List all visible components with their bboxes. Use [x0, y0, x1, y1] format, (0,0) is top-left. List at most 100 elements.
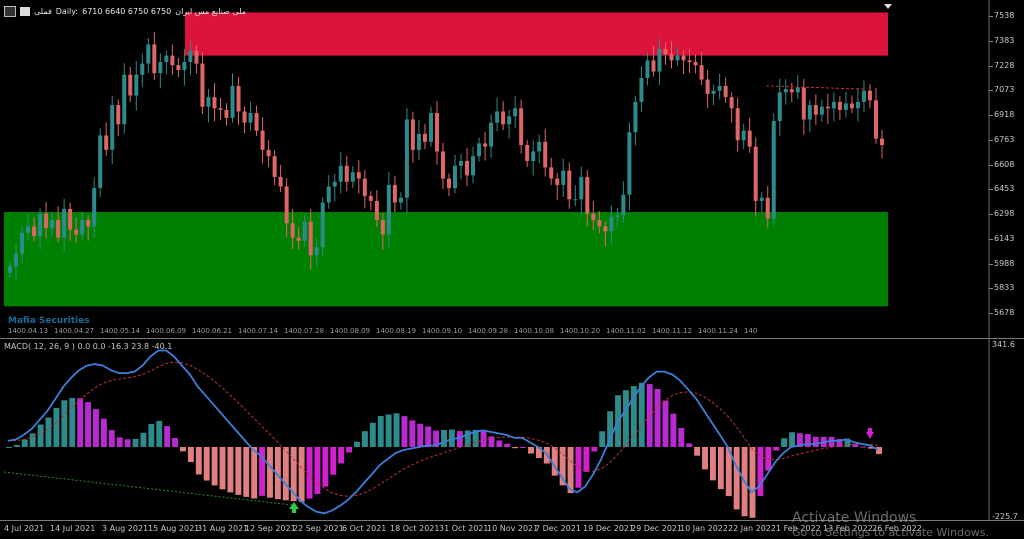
candle [242, 111, 247, 123]
indicator-icon[interactable] [20, 7, 30, 16]
sell-arrow-icon [866, 428, 874, 439]
overlay-watermark-text: Mafia Securities [8, 316, 90, 326]
candle [771, 121, 776, 219]
candle [194, 50, 199, 64]
price-tick [989, 16, 993, 17]
symbol-label: فملی [34, 7, 52, 16]
candle [368, 196, 373, 201]
macd-histogram-bar [520, 446, 527, 448]
candle [20, 232, 25, 254]
candle [170, 55, 175, 66]
macd-histogram-bar [678, 428, 685, 447]
candle [212, 97, 217, 109]
macd-histogram-bar [876, 446, 882, 455]
candle [477, 143, 482, 157]
macd-histogram-bar [346, 446, 353, 453]
price-tick-label: 7383 [994, 35, 1015, 45]
candle [224, 109, 229, 118]
price-tick [989, 115, 993, 116]
candle [14, 253, 19, 267]
candle [633, 101, 638, 133]
candle [831, 101, 836, 109]
inner-date-label: 1400.09.28 [468, 327, 509, 335]
candle [489, 122, 494, 147]
macd-histogram-bar [195, 446, 202, 475]
candle [398, 197, 403, 203]
candle [651, 60, 656, 72]
candle [879, 138, 884, 146]
candle [843, 103, 848, 110]
price-chart-pane[interactable]: فملی Daily: 6710 6640 6750 6750 ملی صنای… [0, 0, 1024, 338]
candle [350, 172, 355, 182]
inner-date-label: 1400.11.24 [698, 327, 739, 335]
candle [374, 200, 379, 221]
macd-histogram-bar [361, 431, 368, 447]
candle [110, 105, 115, 150]
time-tick-label: 31 Aug 2021 [197, 524, 249, 533]
candle [272, 156, 277, 177]
chart-window-icon[interactable] [4, 6, 16, 17]
price-tick [989, 263, 993, 265]
macd-canvas[interactable] [0, 339, 1024, 520]
macd-histogram-bar [599, 431, 606, 447]
macd-pane[interactable]: MACD( 12, 26, 9 ) 0.0 0.0 -16.3 23.8 -40… [0, 339, 1024, 521]
candle [182, 61, 187, 70]
candle [519, 108, 524, 146]
candle [603, 226, 608, 232]
candle [813, 105, 818, 115]
candle [447, 178, 451, 189]
price-chart-canvas[interactable] [0, 0, 1024, 338]
macd-histogram-bar [781, 438, 788, 447]
candle [362, 178, 367, 197]
candle [440, 151, 445, 179]
candle [50, 220, 55, 229]
inner-date-label: 1400.06.21 [192, 327, 233, 335]
instrument-name: ملی صنایع مس ایران [175, 7, 247, 16]
candle [693, 61, 698, 66]
macd-histogram-bar [393, 413, 400, 447]
macd-histogram-bar [132, 438, 139, 447]
inner-date-label: 1400.11.02 [606, 327, 647, 335]
candle [789, 89, 794, 93]
candle [314, 247, 319, 256]
candle [867, 90, 872, 101]
candle [98, 135, 103, 189]
candle [230, 85, 235, 118]
inner-date-label: 1400.04.13 [8, 327, 49, 335]
inner-date-label: 1400.07.14 [238, 327, 279, 335]
macd-histogram-bar [638, 382, 645, 447]
macd-histogram-bar [591, 446, 598, 452]
time-tick-label: 3 Aug 2021 [102, 524, 149, 533]
activation-watermark-subtitle: Go to Settings to activate Windows. [792, 526, 990, 539]
candle [296, 237, 301, 241]
macd-histogram-bar [765, 446, 772, 471]
candle [308, 221, 313, 256]
candle [597, 220, 602, 227]
macd-histogram-bar [733, 446, 740, 510]
macd-histogram-bar [61, 400, 68, 447]
macd-histogram-bar [298, 446, 305, 502]
price-tick [989, 164, 993, 166]
macd-histogram-bar [156, 420, 163, 447]
time-tick-label: 22 Sep 2021 [293, 524, 344, 533]
price-tick-label: 6298 [994, 209, 1015, 218]
candle [164, 55, 169, 62]
macd-histogram-bar [654, 388, 661, 447]
candle [38, 213, 43, 237]
activation-watermark-title: Activate Windows [792, 510, 917, 526]
candle [56, 220, 61, 238]
macd-histogram-bar [140, 432, 147, 447]
candle [501, 111, 506, 125]
macd-histogram-bar [749, 446, 756, 518]
macd-histogram-bar [29, 433, 36, 447]
macd-histogram-bar [670, 413, 677, 447]
inner-date-label: 1400.08.19 [376, 327, 417, 335]
candle [735, 108, 740, 141]
price-tick-label: 7538 [994, 11, 1015, 20]
candle [795, 87, 800, 93]
candle [206, 97, 211, 107]
candle [200, 63, 205, 107]
time-tick-label: 22 Jan 2022 [728, 524, 776, 533]
time-tick-label: 10 Jan 2022 [680, 524, 728, 533]
inner-date-label: 1400.10.08 [514, 327, 555, 335]
